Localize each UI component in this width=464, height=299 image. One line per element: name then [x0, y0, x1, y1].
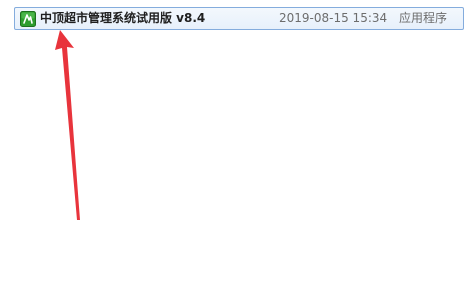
- file-row-selected[interactable]: 中顶超市管理系统试用版 v8.4 2019-08-15 15:34 应用程序: [14, 7, 464, 30]
- file-type: 应用程序: [399, 11, 448, 25]
- red-arrow-icon: [55, 30, 80, 220]
- file-modified-date: 2019-08-15 15:34: [279, 11, 388, 25]
- app-icon: [20, 11, 36, 27]
- app-icon-graphic: [20, 11, 36, 27]
- file-name[interactable]: 中顶超市管理系统试用版 v8.4: [40, 11, 205, 26]
